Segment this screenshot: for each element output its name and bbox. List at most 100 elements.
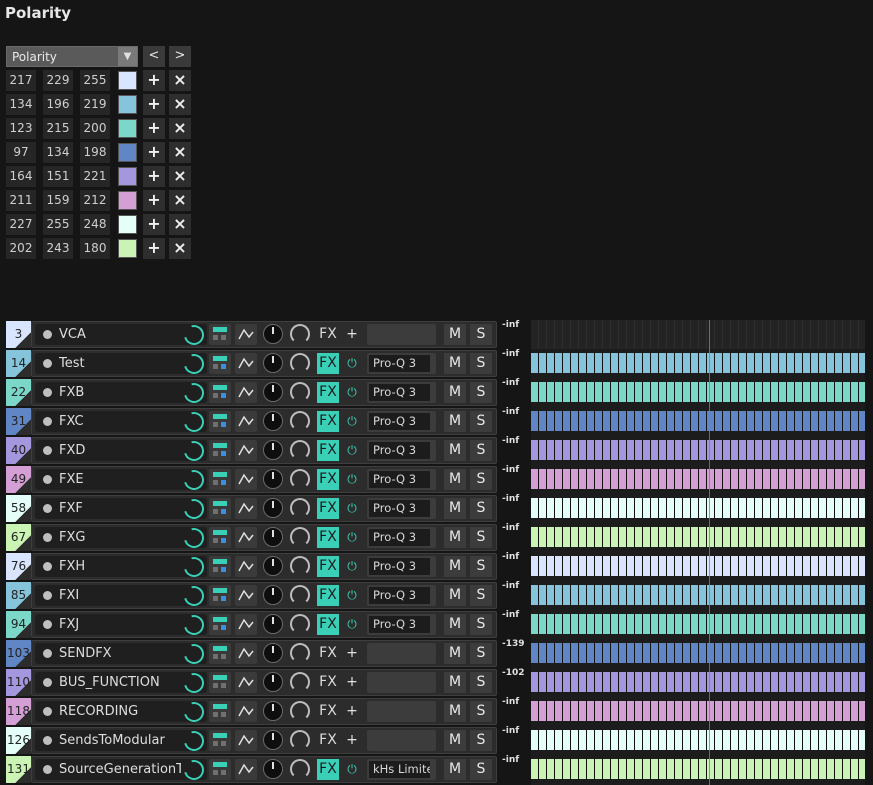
add-fx-button[interactable]: +: [342, 730, 362, 751]
track-row[interactable]: 118 RECORDING FX + M S -inf: [0, 697, 873, 726]
track-lane[interactable]: [531, 440, 865, 460]
power-icon[interactable]: ⏻: [342, 527, 362, 548]
routing-icon[interactable]: [209, 498, 231, 519]
green-value[interactable]: 243: [43, 238, 73, 259]
solo-button[interactable]: S: [470, 585, 492, 606]
remove-color-button[interactable]: ×: [169, 118, 191, 139]
power-icon[interactable]: ⏻: [342, 382, 362, 403]
track-lane[interactable]: [531, 469, 865, 489]
add-fx-button[interactable]: +: [342, 672, 362, 693]
track-name-box[interactable]: BUS_FUNCTION: [35, 669, 208, 697]
volume-ring-icon[interactable]: [180, 669, 208, 697]
green-value[interactable]: 196: [43, 94, 73, 115]
pan-knob[interactable]: [290, 382, 310, 402]
plugin-slot[interactable]: [367, 730, 436, 751]
volume-ring-icon[interactable]: [180, 437, 208, 465]
track-lane[interactable]: [531, 614, 865, 634]
power-icon[interactable]: ⏻: [342, 440, 362, 461]
fx-button[interactable]: FX: [317, 701, 339, 722]
add-color-button[interactable]: +: [143, 190, 165, 211]
blue-value[interactable]: 255: [80, 70, 110, 91]
track-lane[interactable]: [531, 411, 865, 431]
plugin-slot[interactable]: Pro-Q 3: [367, 411, 436, 432]
track-number[interactable]: 131: [6, 756, 31, 783]
solo-button[interactable]: S: [470, 382, 492, 403]
solo-button[interactable]: S: [470, 614, 492, 635]
power-icon[interactable]: ⏻: [342, 469, 362, 490]
chevron-down-icon[interactable]: ▼: [118, 47, 137, 66]
red-value[interactable]: 227: [6, 214, 36, 235]
envelope-icon[interactable]: [235, 527, 257, 548]
envelope-icon[interactable]: [235, 411, 257, 432]
track-row[interactable]: 49 FXE FX ⏻ Pro-Q 3 M S -inf: [0, 465, 873, 494]
plugin-slot[interactable]: Pro-Q 3: [367, 614, 436, 635]
solo-button[interactable]: S: [470, 324, 492, 345]
plugin-slot[interactable]: Pro-Q 3: [367, 527, 436, 548]
pan-knob[interactable]: [290, 498, 310, 518]
prev-palette-button[interactable]: <: [143, 46, 165, 67]
track-number[interactable]: 40: [6, 437, 31, 464]
track-name-box[interactable]: FXF: [35, 495, 208, 523]
fx-button[interactable]: FX: [317, 527, 339, 548]
volume-knob[interactable]: [263, 440, 283, 460]
track-name-box[interactable]: FXE: [35, 466, 208, 494]
routing-icon[interactable]: [209, 701, 231, 722]
mute-button[interactable]: M: [444, 759, 466, 780]
track-number[interactable]: 14: [6, 350, 31, 377]
track-name-box[interactable]: FXJ: [35, 611, 208, 639]
mute-button[interactable]: M: [444, 672, 466, 693]
track-name-box[interactable]: Test: [35, 350, 208, 378]
green-value[interactable]: 229: [43, 70, 73, 91]
routing-icon[interactable]: [209, 759, 231, 780]
volume-ring-icon[interactable]: [180, 408, 208, 436]
track-row[interactable]: 40 FXD FX ⏻ Pro-Q 3 M S -inf: [0, 436, 873, 465]
mute-button[interactable]: M: [444, 469, 466, 490]
pan-knob[interactable]: [290, 411, 310, 431]
plugin-slot[interactable]: kHs Limite: [367, 759, 436, 780]
plugin-slot[interactable]: [367, 701, 436, 722]
plugin-slot[interactable]: Pro-Q 3: [367, 440, 436, 461]
remove-color-button[interactable]: ×: [169, 94, 191, 115]
fx-button[interactable]: FX: [317, 498, 339, 519]
track-row[interactable]: 85 FXI FX ⏻ Pro-Q 3 M S -inf: [0, 581, 873, 610]
color-swatch[interactable]: [118, 119, 137, 138]
fx-button[interactable]: FX: [317, 759, 339, 780]
power-icon[interactable]: ⏻: [342, 556, 362, 577]
volume-knob[interactable]: [263, 324, 283, 344]
color-swatch[interactable]: [118, 71, 137, 90]
track-row[interactable]: 3 VCA FX + M S -inf: [0, 320, 873, 349]
solo-button[interactable]: S: [470, 469, 492, 490]
pan-knob[interactable]: [290, 556, 310, 576]
plugin-slot[interactable]: [367, 672, 436, 693]
record-arm-icon[interactable]: [43, 765, 52, 774]
solo-button[interactable]: S: [470, 440, 492, 461]
envelope-icon[interactable]: [235, 759, 257, 780]
volume-ring-icon[interactable]: [180, 611, 208, 639]
solo-button[interactable]: S: [470, 643, 492, 664]
track-number[interactable]: 118: [6, 698, 31, 725]
power-icon[interactable]: ⏻: [342, 614, 362, 635]
blue-value[interactable]: 212: [80, 190, 110, 211]
record-arm-icon[interactable]: [43, 736, 52, 745]
track-row[interactable]: 94 FXJ FX ⏻ Pro-Q 3 M S -inf: [0, 610, 873, 639]
track-name-box[interactable]: FXG: [35, 524, 208, 552]
envelope-icon[interactable]: [235, 382, 257, 403]
green-value[interactable]: 151: [43, 166, 73, 187]
plugin-slot[interactable]: Pro-Q 3: [367, 556, 436, 577]
routing-icon[interactable]: [209, 585, 231, 606]
solo-button[interactable]: S: [470, 672, 492, 693]
track-lane[interactable]: [531, 672, 865, 692]
fx-button[interactable]: FX: [317, 411, 339, 432]
track-name-box[interactable]: FXB: [35, 379, 208, 407]
mute-button[interactable]: M: [444, 556, 466, 577]
mute-button[interactable]: M: [444, 382, 466, 403]
routing-icon[interactable]: [209, 440, 231, 461]
volume-knob[interactable]: [263, 469, 283, 489]
color-swatch[interactable]: [118, 191, 137, 210]
track-name-box[interactable]: FXI: [35, 582, 208, 610]
track-number[interactable]: 110: [6, 669, 31, 696]
red-value[interactable]: 211: [6, 190, 36, 211]
track-number[interactable]: 58: [6, 495, 31, 522]
color-swatch[interactable]: [118, 95, 137, 114]
routing-icon[interactable]: [209, 411, 231, 432]
